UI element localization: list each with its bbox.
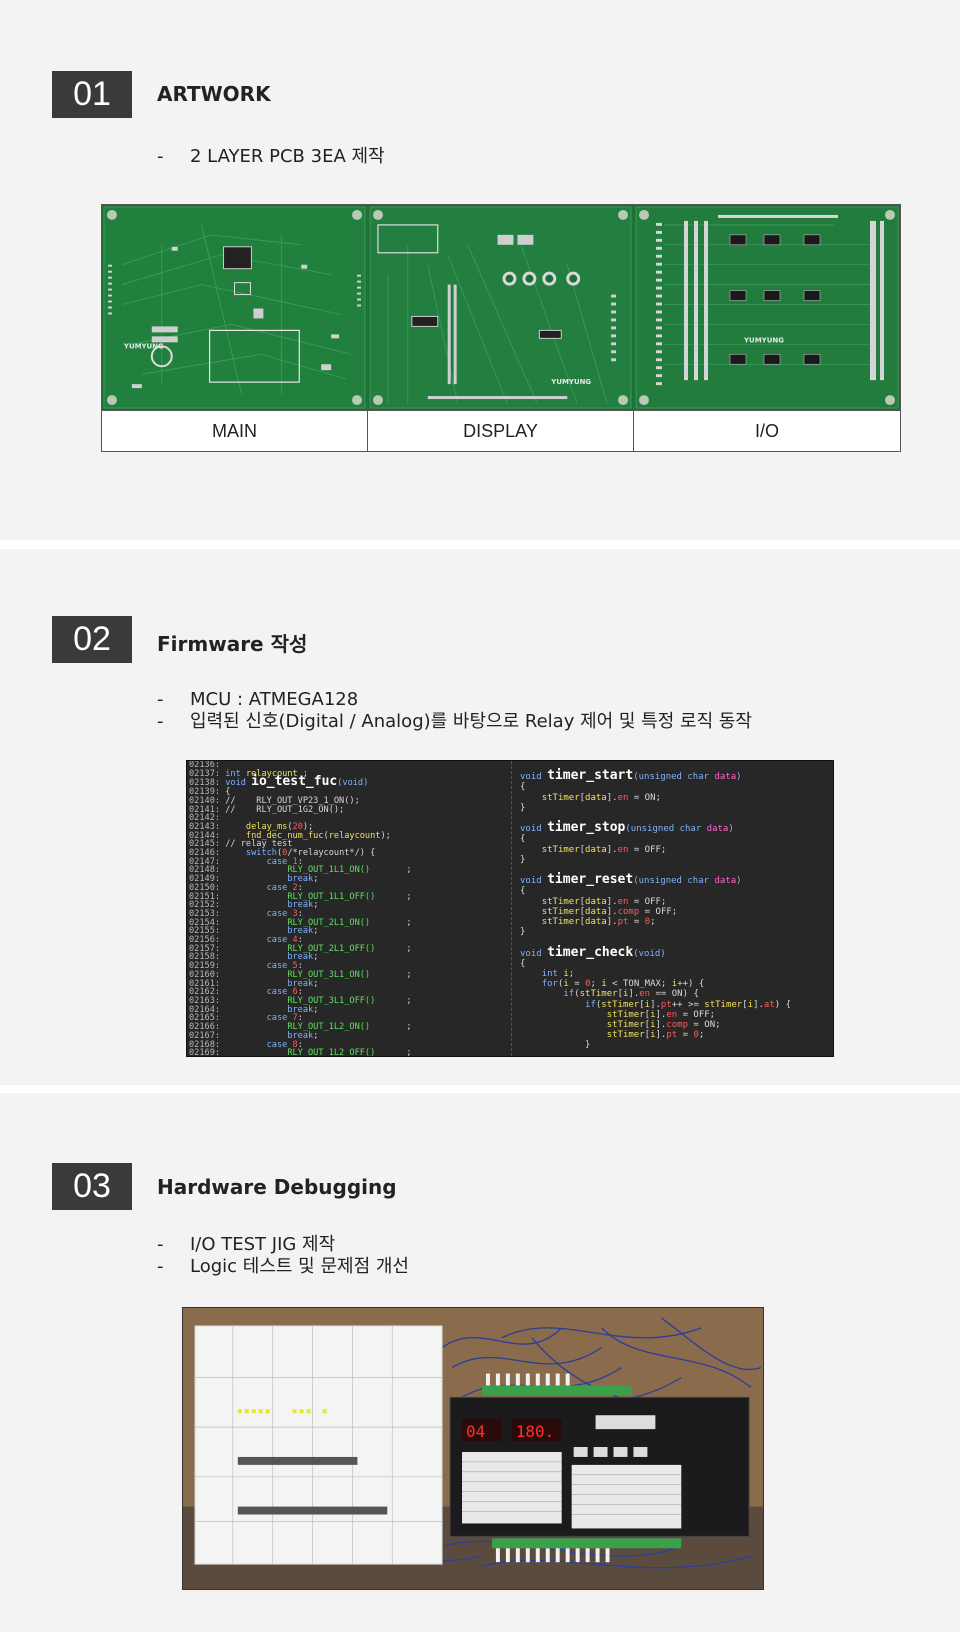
section-number: 01 [52, 71, 132, 118]
section-title: Firmware 작성 [157, 632, 308, 656]
svg-text:04: 04 [466, 1422, 485, 1441]
pcb-table: YUMYUNG MAIN YUMYUNG DISPLAY YUMYUNG I/O [101, 204, 901, 452]
bullet-list: - I/O TEST JIG 제작 - Logic 테스트 및 문제점 개선 [157, 1234, 409, 1278]
pcb-cell-main: YUMYUNG MAIN [102, 205, 368, 451]
section-title: Hardware Debugging [157, 1175, 397, 1199]
section-title: ARTWORK [157, 82, 271, 106]
code-pane-right: void timer_start(unsigned char data) { s… [511, 761, 833, 1056]
pcb-io-image: YUMYUNG [634, 205, 900, 411]
bullet-list: -2 LAYER PCB 3EA 제작 [157, 146, 385, 168]
pcb-label-main: MAIN [212, 421, 257, 441]
svg-text:YUMYUNG: YUMYUNG [123, 342, 164, 350]
list-item: -2 LAYER PCB 3EA 제작 [157, 146, 385, 167]
firmware-code-screenshot: 02136: 02137: int relaycount ; 02138: vo… [186, 760, 834, 1057]
list-item: - I/O TEST JIG 제작 [157, 1234, 336, 1255]
pcb-cell-display: YUMYUNG DISPLAY [368, 205, 634, 451]
pcb-label-display: DISPLAY [463, 421, 538, 441]
section-number: 02 [52, 616, 132, 663]
list-item: - 입력된 신호(Digital / Analog)를 바탕으로 Relay 제어… [157, 711, 752, 732]
pcb-label-io: I/O [754, 421, 779, 441]
list-item: - Logic 테스트 및 문제점 개선 [157, 1256, 409, 1277]
svg-text:YUMYUNG: YUMYUNG [743, 336, 784, 344]
bullet-list: - MCU : ATMEGA128 - 입력된 신호(Digital / Analo… [157, 689, 752, 733]
svg-text:YUMYUNG: YUMYUNG [550, 378, 591, 386]
svg-text:180.: 180. [516, 1422, 554, 1441]
section-artwork: 01 ARTWORK -2 LAYER PCB 3EA 제작 YUMYUNG M… [0, 0, 960, 540]
pcb-cell-io: YUMYUNG I/O [634, 205, 900, 451]
pcb-display-image: YUMYUNG [368, 205, 633, 411]
section-number: 03 [52, 1163, 132, 1210]
list-item: - MCU : ATMEGA128 [157, 689, 359, 710]
test-jig-photo: 04 180. [182, 1307, 764, 1590]
code-pane-left: 02136: 02137: int relaycount ; 02138: vo… [189, 761, 412, 1056]
pcb-main-image: YUMYUNG [102, 205, 367, 411]
